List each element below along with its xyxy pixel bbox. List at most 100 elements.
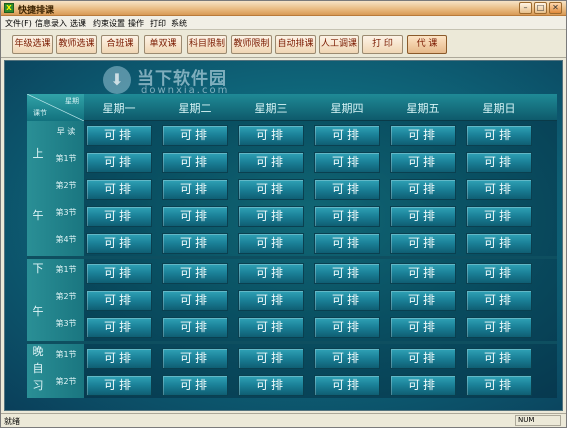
evening-separator — [27, 341, 557, 344]
schedule-cell[interactable]: 可排 — [314, 317, 380, 338]
combined-class-button[interactable]: 合班课 — [101, 35, 139, 54]
schedule-cell[interactable]: 可排 — [238, 348, 304, 369]
menu-info-entry[interactable]: 信息录入 — [35, 18, 67, 29]
schedule-cell[interactable]: 可排 — [314, 152, 380, 173]
schedule-cell[interactable]: 可排 — [238, 152, 304, 173]
schedule-cell[interactable]: 可排 — [238, 263, 304, 284]
schedule-cell[interactable]: 可排 — [466, 290, 532, 311]
close-icon[interactable]: ✕ — [549, 2, 562, 14]
schedule-cell[interactable]: 可排 — [390, 290, 456, 311]
schedule-cell[interactable]: 可排 — [466, 206, 532, 227]
day-header: 星期五 — [406, 102, 440, 115]
schedule-cell[interactable]: 可排 — [86, 375, 152, 396]
status-text: 就绪 — [4, 417, 20, 426]
schedule-cell[interactable]: 可排 — [86, 206, 152, 227]
schedule-cell[interactable]: 可排 — [162, 290, 228, 311]
schedule-cell[interactable]: 可排 — [314, 348, 380, 369]
schedule-cell[interactable]: 可排 — [390, 263, 456, 284]
period-label: 第3节 — [55, 208, 77, 217]
schedule-cell[interactable]: 可排 — [466, 233, 532, 254]
menu-system[interactable]: 系统 — [171, 18, 187, 29]
title-bar[interactable]: X 快捷排课 – □ ✕ — [1, 1, 566, 16]
schedule-cell[interactable]: 可排 — [162, 233, 228, 254]
schedule-cell[interactable]: 可排 — [238, 317, 304, 338]
schedule-cell[interactable]: 可排 — [238, 233, 304, 254]
schedule-cell[interactable]: 可排 — [162, 348, 228, 369]
schedule-cell[interactable]: 可排 — [162, 317, 228, 338]
period-label: 第3节 — [55, 319, 77, 328]
schedule-cell[interactable]: 可排 — [390, 375, 456, 396]
schedule-cell[interactable]: 可排 — [314, 290, 380, 311]
schedule-cell[interactable]: 可排 — [162, 206, 228, 227]
auto-schedule-button[interactable]: 自动排课 — [275, 35, 316, 54]
schedule-cell[interactable]: 可排 — [314, 233, 380, 254]
menu-file[interactable]: 文件(F) — [5, 18, 32, 29]
substitute-button[interactable]: 代 课 — [407, 35, 447, 54]
schedule-cell[interactable]: 可排 — [238, 290, 304, 311]
schedule-cell[interactable]: 可排 — [162, 179, 228, 200]
schedule-cell[interactable]: 可排 — [390, 152, 456, 173]
schedule-cell[interactable]: 可排 — [238, 206, 304, 227]
schedule-cell[interactable]: 可排 — [466, 263, 532, 284]
schedule-cell[interactable]: 可排 — [390, 233, 456, 254]
teacher-limit-button[interactable]: 教师限制 — [231, 35, 272, 54]
minimize-icon[interactable]: – — [519, 2, 532, 14]
schedule-cell[interactable]: 可排 — [86, 290, 152, 311]
schedule-cell[interactable]: 可排 — [162, 375, 228, 396]
schedule-cell[interactable]: 可排 — [86, 348, 152, 369]
maximize-icon[interactable]: □ — [534, 2, 547, 14]
timetable-grid: 星期 课节 星期一 星期二 星期三 星期四 星期五 星期日 上 午 下 午 晚 … — [27, 94, 557, 398]
schedule-cell[interactable]: 可排 — [314, 179, 380, 200]
teacher-select-button[interactable]: 教师选课 — [56, 35, 97, 54]
schedule-cell[interactable]: 可排 — [466, 375, 532, 396]
manual-adjust-button[interactable]: 人工调课 — [319, 35, 359, 54]
grade-select-button[interactable]: 年级选课 — [12, 35, 53, 54]
period-label: 第4节 — [55, 235, 77, 244]
schedule-cell[interactable]: 可排 — [390, 125, 456, 146]
schedule-cell[interactable]: 可排 — [86, 125, 152, 146]
day-header-row: 星期 课节 星期一 星期二 星期三 星期四 星期五 星期日 — [27, 94, 557, 121]
toolbar: 年级选课 教师选课 合班课 单双课 科目限制 教师限制 自动排课 人工调课 打 … — [1, 30, 566, 58]
schedule-cell[interactable]: 可排 — [466, 317, 532, 338]
schedule-cell[interactable]: 可排 — [390, 206, 456, 227]
schedule-cell[interactable]: 可排 — [466, 125, 532, 146]
grid-corner: 星期 课节 — [27, 94, 84, 121]
schedule-cell[interactable]: 可排 — [390, 348, 456, 369]
menu-operations[interactable]: 操作 — [128, 18, 144, 29]
schedule-cell[interactable]: 可排 — [86, 152, 152, 173]
schedule-cell[interactable]: 可排 — [390, 179, 456, 200]
subject-limit-button[interactable]: 科目限制 — [187, 35, 227, 54]
schedule-cell[interactable]: 可排 — [466, 348, 532, 369]
schedule-cell[interactable]: 可排 — [86, 233, 152, 254]
print-button[interactable]: 打 印 — [362, 35, 403, 54]
single-double-button[interactable]: 单双课 — [144, 35, 182, 54]
schedule-cell[interactable]: 可排 — [86, 263, 152, 284]
schedule-cell[interactable]: 可排 — [466, 152, 532, 173]
period-label: 第2节 — [55, 292, 77, 301]
schedule-cell[interactable]: 可排 — [314, 263, 380, 284]
day-header: 星期二 — [178, 102, 212, 115]
download-logo-icon: ⬇ — [103, 66, 131, 94]
schedule-cell[interactable]: 可排 — [314, 375, 380, 396]
menu-select-course[interactable]: 选课 — [70, 18, 86, 29]
app-icon: X — [4, 3, 14, 13]
schedule-cell[interactable]: 可排 — [162, 263, 228, 284]
schedule-cell[interactable]: 可排 — [162, 125, 228, 146]
schedule-cell[interactable]: 可排 — [86, 317, 152, 338]
corner-weekday-label: 星期 — [65, 97, 79, 105]
schedule-cell[interactable]: 可排 — [238, 375, 304, 396]
schedule-cell[interactable]: 可排 — [466, 179, 532, 200]
afternoon-separator — [27, 256, 557, 259]
period-label: 第1节 — [55, 154, 77, 163]
schedule-cell[interactable]: 可排 — [390, 317, 456, 338]
schedule-cell[interactable]: 可排 — [314, 125, 380, 146]
schedule-cell[interactable]: 可排 — [238, 125, 304, 146]
schedule-cell[interactable]: 可排 — [86, 179, 152, 200]
day-header: 星期三 — [254, 102, 288, 115]
menu-print[interactable]: 打印 — [150, 18, 166, 29]
schedule-cell[interactable]: 可排 — [162, 152, 228, 173]
schedule-cell[interactable]: 可排 — [314, 206, 380, 227]
app-window: X 快捷排课 – □ ✕ 文件(F) 信息录入 选课 约束设置 操作 打印 系统… — [0, 0, 567, 428]
schedule-cell[interactable]: 可排 — [238, 179, 304, 200]
menu-constraints[interactable]: 约束设置 — [93, 18, 125, 29]
